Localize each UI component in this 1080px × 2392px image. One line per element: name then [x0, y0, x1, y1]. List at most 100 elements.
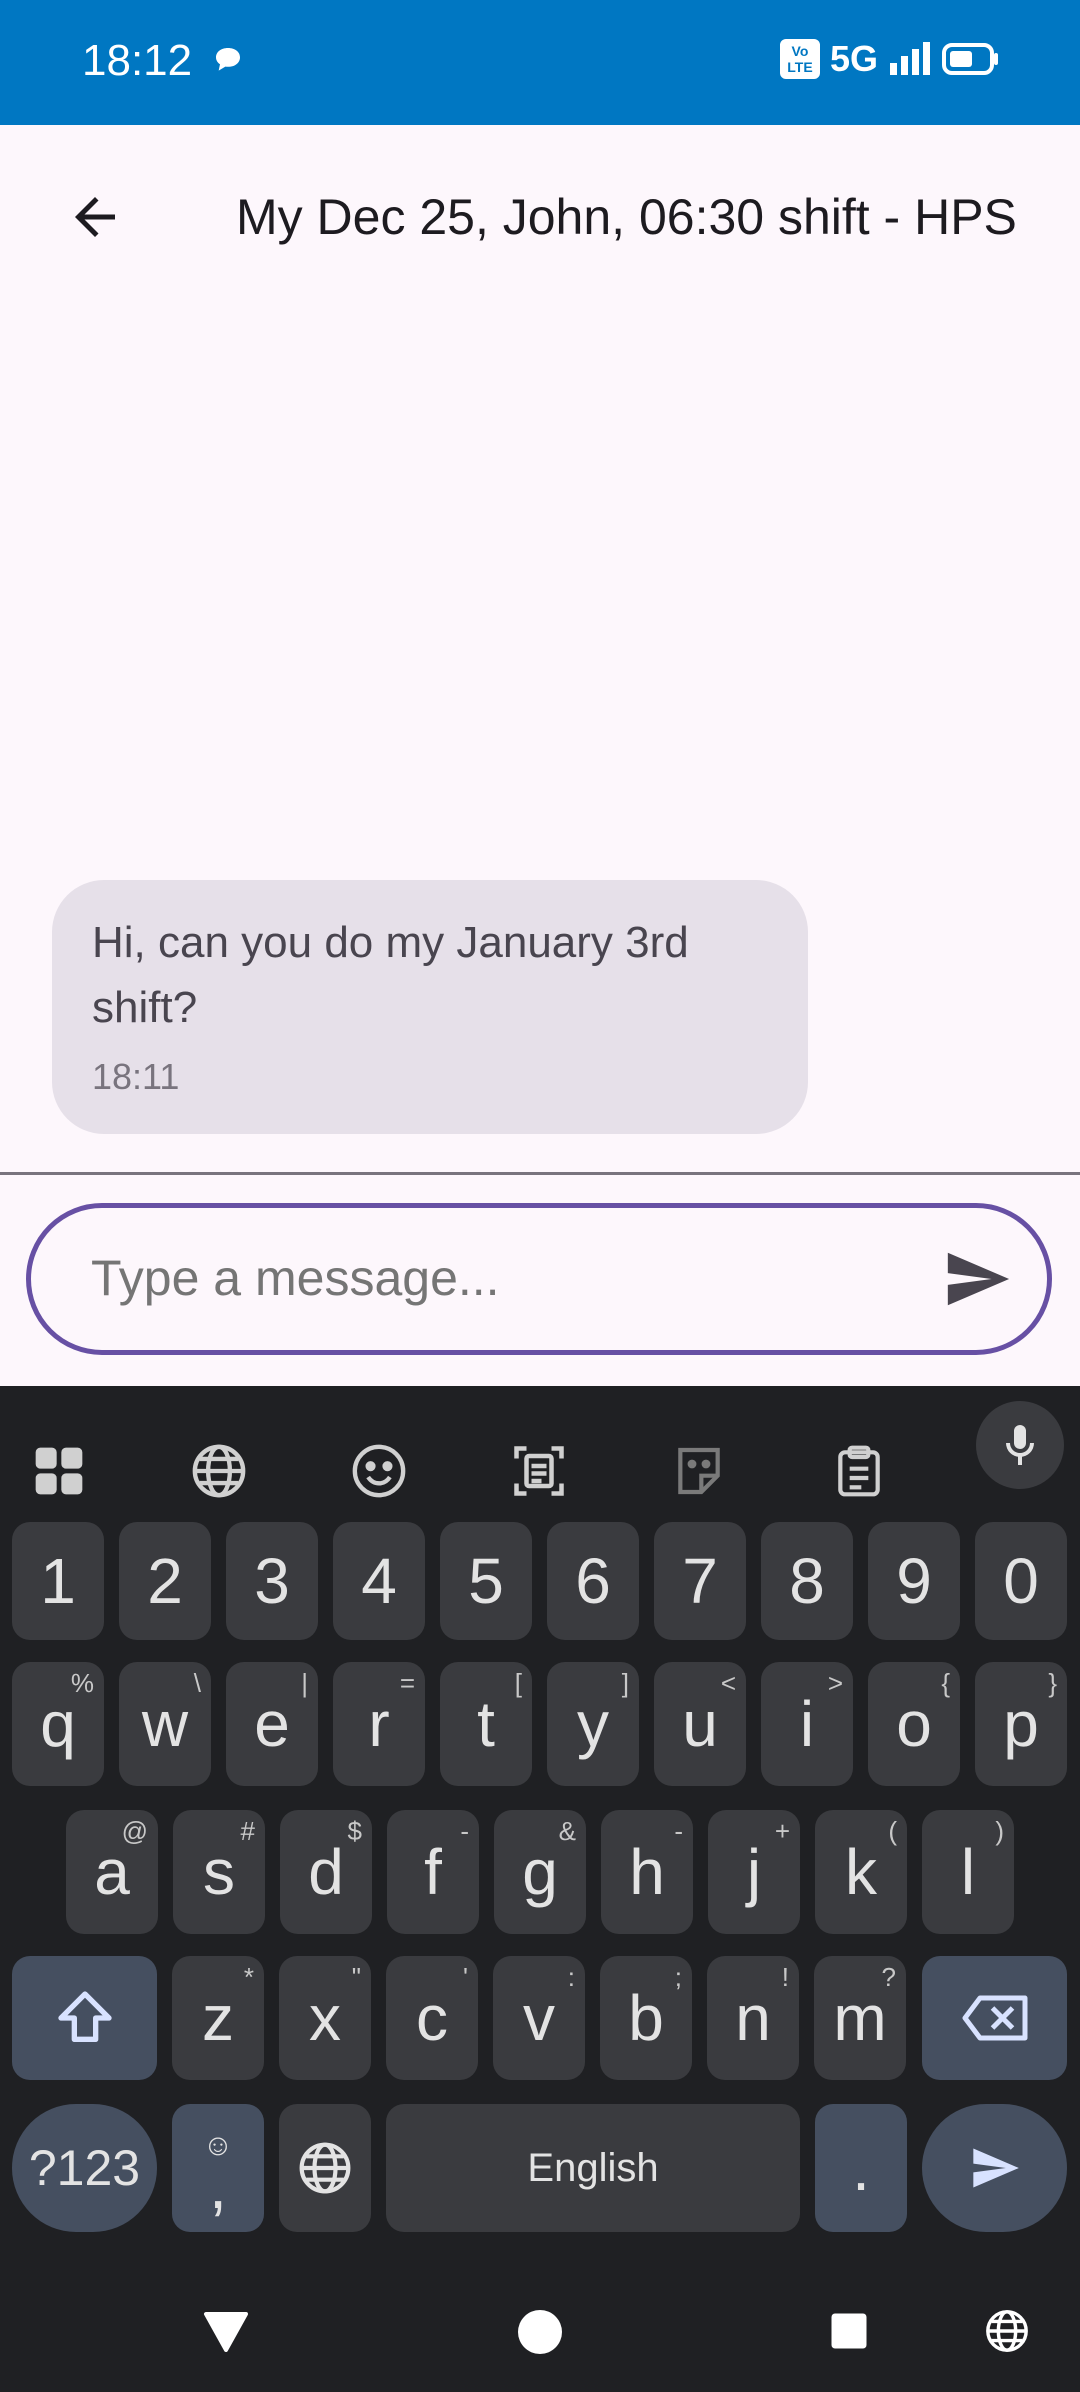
- key-u-label: u: [682, 1688, 718, 1760]
- back-button[interactable]: [50, 172, 140, 262]
- key-u-hint: <: [720, 1668, 736, 1698]
- key-q-hint: %: [70, 1668, 94, 1698]
- key-3-label: 3: [254, 1545, 290, 1617]
- key-o-hint: {: [941, 1668, 950, 1698]
- key-r-label: r: [368, 1688, 390, 1760]
- key-q[interactable]: q%: [12, 1662, 104, 1786]
- language-key[interactable]: [279, 2104, 371, 2232]
- send-icon: [972, 2148, 1019, 2188]
- enter-send-key[interactable]: [922, 2104, 1067, 2232]
- key-9-label: 9: [896, 1545, 932, 1617]
- backspace-key[interactable]: [922, 1956, 1067, 2080]
- key-b[interactable]: b;: [600, 1956, 692, 2080]
- voice-input-button[interactable]: [976, 1401, 1064, 1489]
- key-m-hint: ?: [881, 1962, 896, 1992]
- globe-icon: [299, 2142, 351, 2194]
- key-y[interactable]: y]: [547, 1662, 639, 1786]
- translate-globe-icon[interactable]: [184, 1436, 254, 1506]
- keyboard-language-icon[interactable]: [984, 2308, 1030, 2354]
- message-input[interactable]: [91, 1238, 891, 1318]
- space-key[interactable]: English: [386, 2104, 800, 2232]
- key-r[interactable]: r =: [333, 1662, 425, 1786]
- key-0[interactable]: 0: [975, 1522, 1067, 1640]
- key-f[interactable]: f-: [387, 1810, 479, 1934]
- key-x-hint: ": [351, 1962, 361, 1992]
- shift-key[interactable]: [12, 1956, 157, 2080]
- key-a-hint: @: [121, 1816, 148, 1846]
- key-4[interactable]: 4: [333, 1522, 425, 1640]
- key-o[interactable]: o{: [868, 1662, 960, 1786]
- key-n-label: n: [735, 1982, 771, 2054]
- comma-key[interactable]: ☺ ,: [172, 2104, 264, 2232]
- scan-text-icon[interactable]: [504, 1436, 574, 1506]
- key-k[interactable]: k(: [815, 1810, 907, 1934]
- apps-grid-icon[interactable]: [24, 1436, 94, 1506]
- key-n[interactable]: n!: [707, 1956, 799, 2080]
- navigation-bar: [0, 2276, 1080, 2392]
- key-l-label: l: [960, 1836, 976, 1908]
- key-l[interactable]: l): [922, 1810, 1014, 1934]
- recents-square-icon[interactable]: [828, 2310, 870, 2352]
- key-u[interactable]: u <: [654, 1662, 746, 1786]
- key-c[interactable]: c ': [386, 1956, 478, 2080]
- key-6[interactable]: 6: [547, 1522, 639, 1640]
- home-circle-icon[interactable]: [516, 2308, 564, 2356]
- key-f-label: f: [424, 1836, 442, 1908]
- divider: [0, 1172, 1080, 1175]
- key-3[interactable]: 3: [226, 1522, 318, 1640]
- key-i-hint: >: [827, 1668, 843, 1698]
- key-p[interactable]: p}: [975, 1662, 1067, 1786]
- key-5-label: 5: [468, 1545, 504, 1617]
- key-k-label: k: [845, 1836, 877, 1908]
- key-7[interactable]: 7: [654, 1522, 746, 1640]
- comma-key-label: ,: [209, 2150, 227, 2222]
- key-9[interactable]: 9: [868, 1522, 960, 1640]
- key-c-label: c: [416, 1982, 448, 2054]
- key-2[interactable]: 2: [119, 1522, 211, 1640]
- emoji-icon[interactable]: [344, 1436, 414, 1506]
- message-bubble: Hi, can you do my January 3rd shift? 18:…: [52, 880, 808, 1134]
- sticker-icon[interactable]: [664, 1436, 734, 1506]
- key-i[interactable]: i >: [761, 1662, 853, 1786]
- key-f-hint: -: [460, 1816, 469, 1846]
- status-bar: 18:12 Vo LTE 5G: [0, 0, 1080, 125]
- key-m[interactable]: m?: [814, 1956, 906, 2080]
- key-8[interactable]: 8: [761, 1522, 853, 1640]
- symbols-key[interactable]: ?123: [12, 2104, 157, 2232]
- key-v[interactable]: v:: [493, 1956, 585, 2080]
- key-t[interactable]: t[: [440, 1662, 532, 1786]
- key-d[interactable]: d $: [280, 1810, 372, 1934]
- key-x[interactable]: x ": [279, 1956, 371, 2080]
- key-m-label: m: [833, 1982, 887, 2054]
- key-e[interactable]: e |: [226, 1662, 318, 1786]
- key-z[interactable]: z *: [172, 1956, 264, 2080]
- key-g[interactable]: g &: [494, 1810, 586, 1934]
- key-1[interactable]: 1: [12, 1522, 104, 1640]
- key-z-label: z: [202, 1982, 234, 2054]
- battery-icon: [942, 43, 998, 75]
- key-a[interactable]: a @: [66, 1810, 158, 1934]
- back-triangle-icon[interactable]: [202, 2310, 250, 2352]
- key-h[interactable]: h-: [601, 1810, 693, 1934]
- key-y-label: y: [577, 1688, 609, 1760]
- key-w[interactable]: w \: [119, 1662, 211, 1786]
- key-g-label: g: [522, 1836, 558, 1908]
- key-s-hint: #: [240, 1816, 255, 1846]
- key-w-label: w: [141, 1688, 189, 1760]
- key-6-label: 6: [575, 1545, 611, 1617]
- clipboard-icon[interactable]: [824, 1436, 894, 1506]
- volte-icon: Vo LTE: [779, 39, 820, 79]
- chat-notification-icon: [216, 48, 240, 71]
- chat-title: My Dec 25, John, 06:30 shift - HPS: [236, 189, 1017, 245]
- key-5[interactable]: 5: [440, 1522, 532, 1640]
- key-s[interactable]: s #: [173, 1810, 265, 1934]
- key-e-hint: |: [301, 1668, 308, 1698]
- message-time: 18:11: [92, 1056, 180, 1097]
- message-composer: [26, 1203, 1052, 1355]
- key-v-label: v: [523, 1982, 555, 2054]
- period-key[interactable]: .: [815, 2104, 907, 2232]
- key-o-label: o: [896, 1688, 932, 1760]
- send-button[interactable]: [937, 1244, 1017, 1314]
- key-j[interactable]: j +: [708, 1810, 800, 1934]
- shift-icon: [57, 1991, 112, 2042]
